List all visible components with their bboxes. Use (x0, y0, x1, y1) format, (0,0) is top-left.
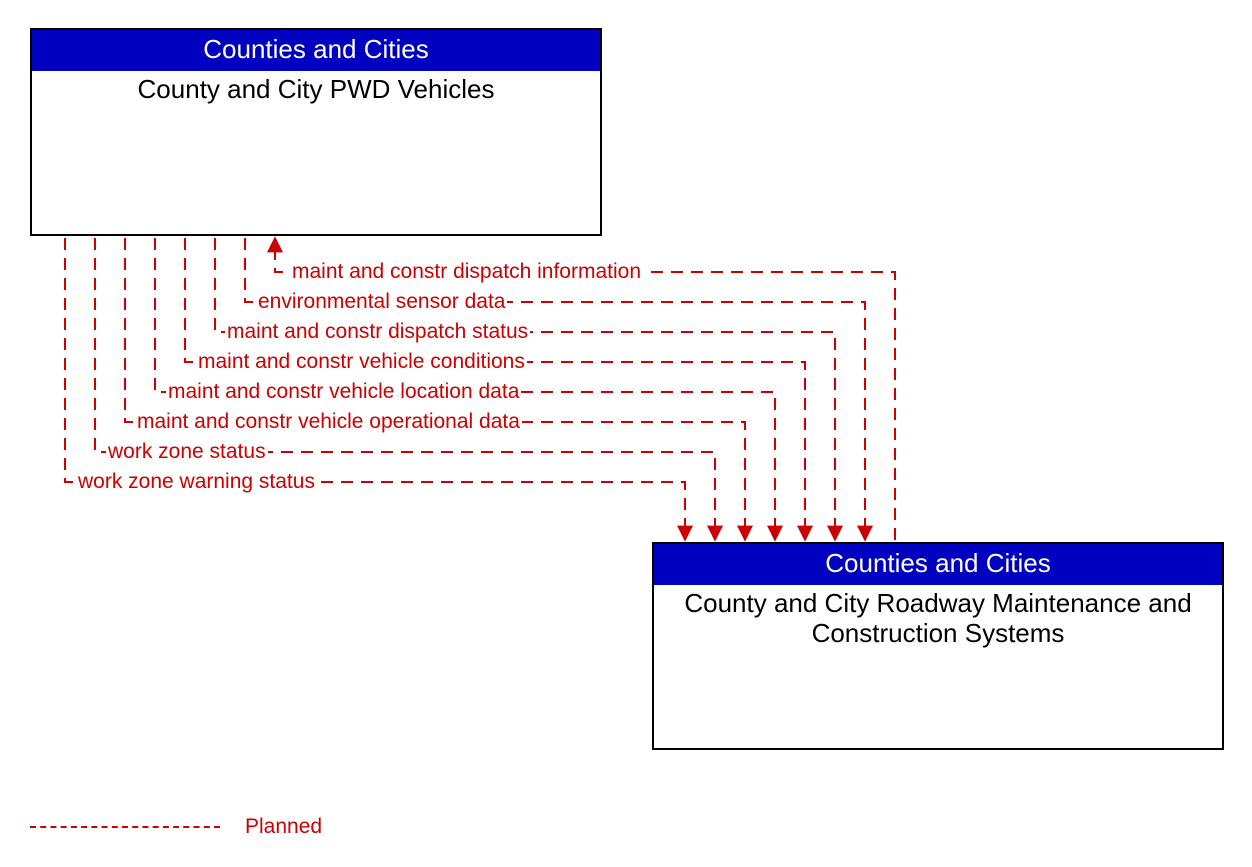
flow-label-workzone-warning: work zone warning status (76, 471, 317, 492)
flow-label-dispatch-status: maint and constr dispatch status (225, 321, 530, 342)
node-bottom-body: County and City Roadway Maintenance and … (654, 585, 1222, 653)
node-top-box: Counties and Cities County and City PWD … (30, 28, 602, 236)
node-bottom-box: Counties and Cities County and City Road… (652, 542, 1224, 750)
node-bottom-header: Counties and Cities (654, 544, 1222, 585)
flow-label-dispatch-info: maint and constr dispatch information (290, 261, 643, 282)
flow-label-workzone-status: work zone status (106, 441, 268, 462)
flow-label-vehicle-location: maint and constr vehicle location data (166, 381, 521, 402)
flow-label-env-sensor: environmental sensor data (256, 291, 507, 312)
flow-label-vehicle-conditions: maint and constr vehicle conditions (196, 351, 527, 372)
flow-label-vehicle-operational: maint and constr vehicle operational dat… (135, 411, 522, 432)
legend-planned-label: Planned (245, 815, 322, 839)
legend-planned-line (30, 826, 220, 828)
node-top-header: Counties and Cities (32, 30, 600, 71)
node-top-body: County and City PWD Vehicles (32, 71, 600, 109)
